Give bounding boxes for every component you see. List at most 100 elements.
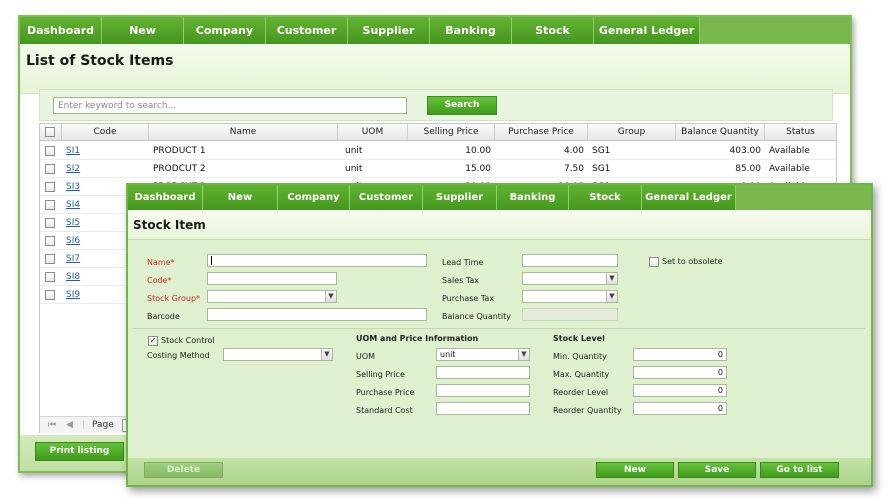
chevron-down-icon[interactable]: ▼ bbox=[325, 291, 336, 302]
search-button[interactable]: Search bbox=[427, 96, 497, 115]
nav-filler bbox=[736, 185, 871, 210]
selling-price-field[interactable] bbox=[436, 366, 530, 379]
nav-customer[interactable]: Customer bbox=[350, 185, 423, 210]
col-status[interactable]: Status bbox=[765, 124, 836, 141]
table-row[interactable]: SI1 PRODUCT 1 unit 10.00 4.00 SG1 403.00 Availa… bbox=[40, 142, 836, 160]
cell-group: SG1 bbox=[592, 146, 611, 156]
barcode-label: Barcode bbox=[147, 312, 180, 321]
stock-control-checkbox[interactable]: ✓ bbox=[148, 336, 158, 346]
reorder-level-field[interactable]: 0 bbox=[633, 384, 727, 397]
col-balance-quantity[interactable]: Balance Quantity bbox=[676, 124, 765, 141]
min-quantity-field[interactable]: 0 bbox=[633, 348, 727, 361]
nav-stock[interactable]: Stock bbox=[512, 17, 594, 44]
row-checkbox[interactable] bbox=[45, 272, 55, 282]
nav-new[interactable]: New bbox=[203, 185, 278, 210]
uom-section-title: UOM and Price Information bbox=[356, 334, 479, 343]
nav-new[interactable]: New bbox=[102, 17, 184, 44]
row-checkbox[interactable] bbox=[45, 290, 55, 300]
chevron-down-icon[interactable]: ▼ bbox=[606, 291, 617, 302]
save-button[interactable]: Save bbox=[678, 462, 756, 478]
costing-method-label: Costing Method bbox=[147, 351, 210, 360]
barcode-field[interactable] bbox=[207, 308, 427, 321]
print-listing-button[interactable]: Print listing bbox=[35, 442, 124, 461]
stock-group-select[interactable]: ▼ bbox=[207, 290, 337, 303]
col-group[interactable]: Group bbox=[588, 124, 676, 141]
main-nav: Dashboard New Company Customer Supplier … bbox=[20, 17, 850, 44]
code-label: Code* bbox=[147, 276, 172, 285]
lead-time-field[interactable] bbox=[522, 254, 618, 267]
nav-general-ledger[interactable]: General Ledger bbox=[642, 185, 736, 210]
nav-supplier[interactable]: Supplier bbox=[423, 185, 497, 210]
stock-control-label: Stock Control bbox=[161, 336, 215, 345]
section-divider bbox=[133, 328, 865, 329]
cell-selling-price: 15.00 bbox=[465, 164, 491, 174]
reorder-level-label: Reorder Level bbox=[553, 388, 609, 397]
uom-select[interactable]: unit ▼ bbox=[436, 348, 530, 361]
max-quantity-label: Max. Quantity bbox=[553, 370, 610, 379]
col-code[interactable]: Code bbox=[62, 124, 149, 141]
cell-uom: unit bbox=[345, 164, 363, 174]
delete-button[interactable]: Delete bbox=[144, 462, 223, 478]
row-checkbox[interactable] bbox=[45, 164, 55, 174]
cell-balance-quantity: 85.00 bbox=[735, 164, 761, 174]
stock-level-section-title: Stock Level bbox=[553, 334, 605, 343]
chevron-down-icon[interactable]: ▼ bbox=[606, 273, 617, 284]
purchase-tax-label: Purchase Tax bbox=[442, 294, 495, 303]
nav-general-ledger[interactable]: General Ledger bbox=[594, 17, 700, 44]
first-page-icon[interactable]: ⏮ bbox=[48, 420, 56, 430]
nav-company[interactable]: Company bbox=[184, 17, 266, 44]
row-checkbox[interactable] bbox=[45, 200, 55, 210]
form-header: Stock Item bbox=[128, 210, 871, 240]
row-checkbox[interactable] bbox=[45, 182, 55, 192]
go-to-list-button[interactable]: Go to list bbox=[760, 462, 839, 478]
pager-separator: | bbox=[82, 420, 86, 430]
obsolete-checkbox[interactable] bbox=[649, 257, 659, 267]
chevron-down-icon[interactable]: ▼ bbox=[518, 349, 529, 360]
nav-customer[interactable]: Customer bbox=[266, 17, 348, 44]
nav-dashboard[interactable]: Dashboard bbox=[20, 17, 102, 44]
sales-tax-select[interactable]: ▼ bbox=[522, 272, 618, 285]
col-uom[interactable]: UOM bbox=[338, 124, 408, 141]
purchase-tax-select[interactable]: ▼ bbox=[522, 290, 618, 303]
row-checkbox[interactable] bbox=[45, 236, 55, 246]
cell-purchase-price: 7.50 bbox=[563, 164, 584, 174]
row-checkbox[interactable] bbox=[45, 218, 55, 228]
max-quantity-field[interactable]: 0 bbox=[633, 366, 727, 379]
code-field[interactable] bbox=[207, 272, 337, 285]
nav-banking[interactable]: Banking bbox=[497, 185, 569, 210]
cell-code[interactable]: SI2 bbox=[66, 160, 146, 178]
nav-supplier[interactable]: Supplier bbox=[348, 17, 430, 44]
checkmark-icon: ✓ bbox=[149, 336, 157, 345]
purchase-price-field[interactable] bbox=[436, 384, 530, 397]
reorder-quantity-field[interactable]: 0 bbox=[633, 402, 727, 415]
page-title: List of Stock Items bbox=[26, 53, 174, 69]
purchase-price-label: Purchase Price bbox=[356, 388, 415, 397]
selling-price-label: Selling Price bbox=[356, 370, 405, 379]
col-name[interactable]: Name bbox=[149, 124, 338, 141]
page-label: Page bbox=[92, 420, 114, 430]
costing-method-select[interactable]: ▼ bbox=[223, 348, 333, 361]
nav-dashboard[interactable]: Dashboard bbox=[128, 185, 203, 210]
row-checkbox[interactable] bbox=[45, 146, 55, 156]
text-cursor bbox=[211, 256, 212, 265]
min-quantity-label: Min. Quantity bbox=[553, 352, 607, 361]
search-input[interactable] bbox=[53, 97, 407, 114]
nav-company[interactable]: Company bbox=[278, 185, 350, 210]
select-all-checkbox[interactable] bbox=[45, 127, 55, 137]
col-selling-price[interactable]: Selling Price bbox=[408, 124, 495, 141]
col-purchase-price[interactable]: Purchase Price bbox=[495, 124, 588, 141]
table-header: Code Name UOM Selling Price Purchase Pri… bbox=[40, 124, 836, 141]
name-field[interactable] bbox=[207, 254, 427, 267]
table-row[interactable]: SI2 PRODCUT 2 unit 15.00 7.50 SG1 85.00 Availab… bbox=[40, 160, 836, 178]
standard-cost-field[interactable] bbox=[436, 402, 530, 415]
nav-stock[interactable]: Stock bbox=[569, 185, 642, 210]
prev-page-icon[interactable]: ◀ bbox=[66, 420, 73, 430]
new-button[interactable]: New bbox=[596, 462, 674, 478]
standard-cost-label: Standard Cost bbox=[356, 406, 413, 415]
chevron-down-icon[interactable]: ▼ bbox=[321, 349, 332, 360]
balance-quantity-field bbox=[522, 308, 618, 321]
row-checkbox[interactable] bbox=[45, 254, 55, 264]
cell-code[interactable]: SI1 bbox=[66, 142, 146, 160]
nav-banking[interactable]: Banking bbox=[430, 17, 512, 44]
uom-label: UOM bbox=[356, 352, 376, 361]
